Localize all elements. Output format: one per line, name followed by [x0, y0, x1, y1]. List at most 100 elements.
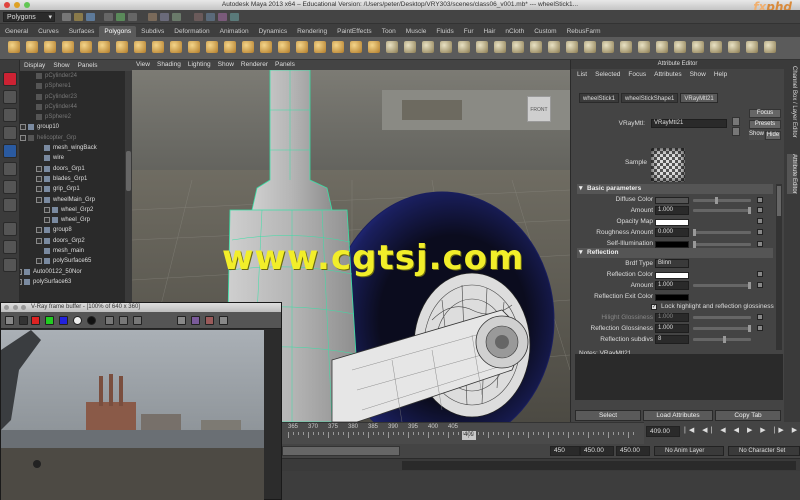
shelf-tab-fluids[interactable]: Fluids — [431, 26, 458, 37]
input-connection-icon[interactable] — [732, 117, 740, 126]
expand-toggle-icon[interactable] — [36, 227, 42, 234]
reflection-glossiness-knob[interactable] — [748, 325, 751, 332]
bridge-icon[interactable] — [458, 41, 470, 53]
brdf-type-dropdown[interactable]: Blinn — [655, 259, 689, 268]
outliner-item[interactable]: group10 — [20, 122, 125, 132]
self-illumination-swatch[interactable] — [655, 241, 689, 248]
plane-icon[interactable] — [80, 41, 92, 53]
triangulate-icon[interactable] — [584, 41, 596, 53]
outliner-item[interactable]: polySurface65 — [20, 256, 125, 266]
ae-menu-selected[interactable]: Selected — [595, 71, 620, 78]
ipr-render-icon[interactable] — [218, 13, 227, 21]
diffuse-map-button[interactable] — [757, 197, 763, 203]
fill-hole-icon[interactable] — [332, 41, 344, 53]
render-settings-icon[interactable] — [230, 13, 239, 21]
time-slider[interactable]: 409 365370375380385390395400405 — [282, 422, 644, 444]
viewport-menu-panels[interactable]: Panels — [275, 61, 295, 68]
menu-set-dropdown[interactable]: Polygons — [3, 12, 55, 22]
anim-end-field[interactable]: 450.00 — [580, 446, 614, 456]
green-channel-icon[interactable] — [45, 316, 54, 325]
shelf-tab-custom[interactable]: Custom — [529, 26, 561, 37]
vfb-rendered-image[interactable] — [1, 330, 264, 500]
lock-highlight-checkbox[interactable]: ✓ — [651, 304, 657, 310]
outliner-list[interactable]: pCylinder24 pSphere1 pCylinder23 pCylinder4… — [20, 71, 125, 302]
outliner-scroll-thumb[interactable] — [126, 151, 131, 191]
expand-toggle-icon[interactable] — [36, 196, 42, 203]
diffuse-amount-knob[interactable] — [748, 207, 751, 214]
expand-toggle-icon[interactable] — [36, 258, 42, 265]
shelf-tab-dynamics[interactable]: Dynamics — [254, 26, 293, 37]
mirror-icon[interactable] — [620, 41, 632, 53]
shelf-tab-surfaces[interactable]: Surfaces — [64, 26, 100, 37]
shelf-tab-hair[interactable]: Hair — [478, 26, 500, 37]
shelf-tab-polygons[interactable]: Polygons — [99, 26, 137, 37]
select-tool-icon[interactable] — [3, 72, 17, 86]
helix-icon[interactable] — [170, 41, 182, 53]
self-illumination-map-button[interactable] — [757, 241, 763, 247]
last-tool-icon[interactable] — [3, 198, 17, 212]
clear-image-icon[interactable] — [133, 316, 142, 325]
current-time-field[interactable]: 409.00 — [646, 426, 680, 437]
alpha-channel-icon[interactable] — [73, 316, 82, 325]
layout-icon[interactable] — [764, 41, 776, 53]
separate-icon[interactable] — [242, 41, 254, 53]
insert-loop-icon[interactable] — [404, 41, 416, 53]
blue-channel-icon[interactable] — [59, 316, 68, 325]
region-render-icon[interactable] — [191, 316, 200, 325]
range-end-field[interactable]: 450 — [550, 446, 580, 456]
quadrangulate-icon[interactable] — [602, 41, 614, 53]
torus-icon[interactable] — [98, 41, 110, 53]
shelf-tab-rebusfarm[interactable]: RebusFarm — [562, 26, 606, 37]
flip-icon[interactable] — [548, 41, 560, 53]
planar-map-icon[interactable] — [674, 41, 686, 53]
roughness-amount-slider[interactable] — [693, 229, 751, 236]
ae-menu-show[interactable]: Show — [690, 71, 706, 78]
history-icon[interactable] — [194, 13, 203, 21]
shelf-tab-painteffects[interactable]: PaintEffects — [332, 26, 377, 37]
diffuse-color-slider[interactable] — [693, 197, 751, 204]
diffuse-amount-field[interactable]: 1.000 — [655, 206, 689, 215]
reflection-amount-map-button[interactable] — [757, 282, 763, 288]
amount-map-button[interactable] — [757, 207, 763, 213]
outliner-menu-show[interactable]: Show — [53, 62, 69, 69]
merge-icon[interactable] — [494, 41, 506, 53]
spherical-map-icon[interactable] — [710, 41, 722, 53]
pipe-icon[interactable] — [152, 41, 164, 53]
reflection-color-swatch[interactable] — [655, 272, 689, 279]
reflection-subdivs-field[interactable]: 8 — [655, 335, 689, 344]
reflection-color-map-button[interactable] — [757, 271, 763, 277]
layout-single-icon[interactable] — [3, 222, 17, 236]
outliner-item[interactable]: pSphere1 — [20, 81, 125, 91]
spin-icon[interactable] — [566, 41, 578, 53]
shelf-tab-muscle[interactable]: Muscle — [401, 26, 432, 37]
select-object-icon[interactable] — [116, 13, 125, 21]
expand-toggle-icon[interactable] — [20, 134, 26, 141]
playback-end-field[interactable]: 450.00 — [616, 446, 650, 456]
ae-tab-wheelstick1[interactable]: wheelStick1 — [579, 93, 620, 103]
outliner-item[interactable]: polySurface63 — [20, 277, 125, 287]
stop-render-icon[interactable] — [205, 316, 214, 325]
outliner-item[interactable]: mesh_wingBack — [20, 143, 125, 153]
self-illumination-slider[interactable] — [693, 241, 751, 248]
outliner-menu-display[interactable]: Display — [24, 62, 45, 69]
extrude-icon[interactable] — [440, 41, 452, 53]
unfold-icon[interactable] — [746, 41, 758, 53]
presets-button[interactable]: Presets — [749, 120, 781, 129]
pyramid-icon[interactable] — [134, 41, 146, 53]
select-hierarchy-icon[interactable] — [104, 13, 113, 21]
outliner-item[interactable]: helicopter_Grp — [20, 133, 125, 143]
ae-menu-attributes[interactable]: Attributes — [654, 71, 681, 78]
attribute-editor-tab[interactable]: Attribute Editor — [787, 154, 797, 194]
reflection-subdivs-knob[interactable] — [723, 336, 726, 343]
reflection-subdivs-slider[interactable] — [693, 336, 751, 343]
outliner-item[interactable]: group8 — [20, 225, 125, 235]
outliner-item[interactable]: wheelMain_Grp — [20, 195, 125, 205]
roughness-amount-knob[interactable] — [693, 229, 696, 236]
lasso-tool-icon[interactable] — [3, 90, 17, 104]
append-icon[interactable] — [368, 41, 380, 53]
offset-loop-icon[interactable] — [422, 41, 434, 53]
paint-select-tool-icon[interactable] — [3, 108, 17, 122]
hilight-glossiness-slider[interactable] — [693, 316, 751, 319]
scale-tool-icon[interactable] — [3, 162, 17, 176]
viewport-menu-view[interactable]: View — [136, 61, 150, 68]
